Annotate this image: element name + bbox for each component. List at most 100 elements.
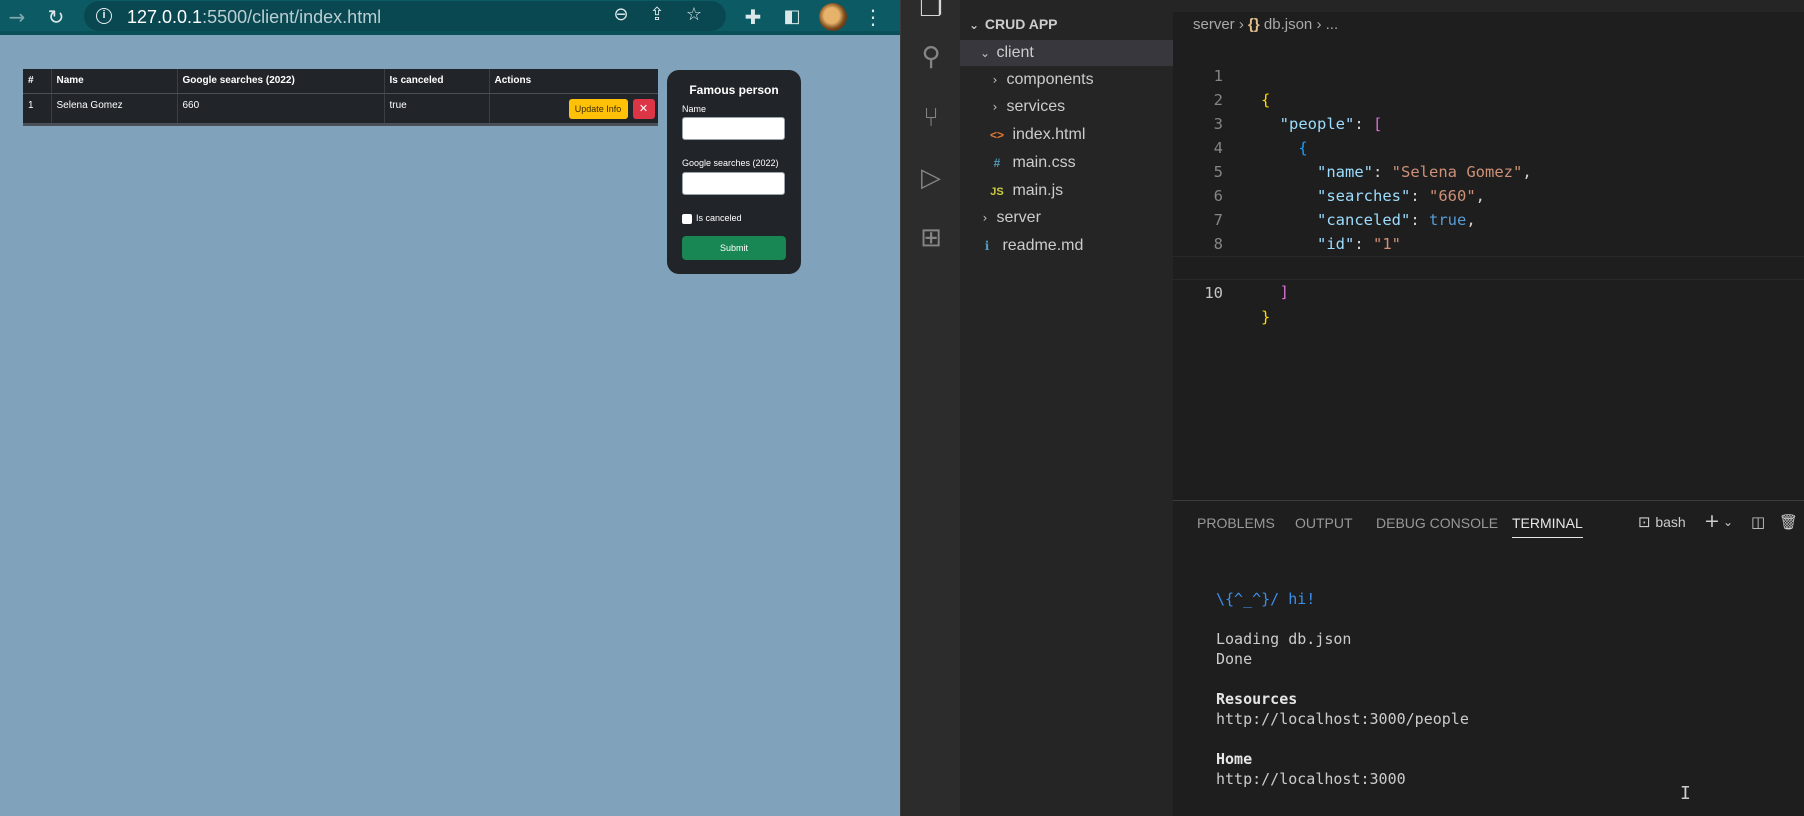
extensions-puzzle-icon[interactable]: ✚	[740, 4, 766, 30]
tree-item-services[interactable]: › services	[960, 94, 1173, 120]
update-info-button[interactable]: Update Info	[568, 98, 628, 119]
tree-item-server[interactable]: › server	[960, 205, 1173, 231]
tree-item-label: main.css	[1012, 154, 1076, 171]
zoom-icon[interactable]: ⊖	[608, 2, 634, 28]
col-header-id: #	[23, 69, 52, 94]
tree-item-label: services	[1006, 98, 1066, 115]
searches-input[interactable]	[682, 172, 785, 195]
split-terminal-icon[interactable]: ◫	[1751, 513, 1765, 531]
terminal-icon: ⊡	[1638, 513, 1651, 531]
activity-bar: ❐ ⚲ ⑂ ▷ ⊞	[900, 0, 960, 816]
terminal-banner: \{^_^}/ hi!	[1216, 590, 1316, 608]
table-row: 1 Selena Gomez 660 true Update Info ✕	[23, 93, 658, 124]
tab-output[interactable]: OUTPUT	[1295, 515, 1353, 531]
tab-problems[interactable]: PROBLEMS	[1197, 515, 1275, 531]
tree-item-label: client	[996, 44, 1034, 61]
text-cursor-icon: I	[1680, 783, 1691, 804]
chevron-down-icon: ⌄	[979, 46, 991, 60]
browser-menu-icon[interactable]: ⋮	[860, 4, 886, 30]
code-line: 3 {	[1173, 88, 1804, 157]
chevron-down-icon[interactable]: ⌄	[1723, 515, 1733, 529]
delete-button[interactable]: ✕	[632, 98, 655, 119]
url-path: :5500/client/index.html	[202, 7, 382, 27]
forward-arrow-icon[interactable]: →	[4, 4, 30, 30]
breadcrumb-folder[interactable]: server	[1193, 16, 1235, 33]
js-file-icon: JS	[990, 186, 1004, 198]
code-line: 7 "id": "1"	[1173, 184, 1804, 253]
json-file-icon: {}	[1248, 16, 1260, 33]
search-icon[interactable]: ⚲	[901, 33, 961, 81]
tab-debug-console[interactable]: DEBUG CONSOLE	[1376, 515, 1498, 531]
tree-item-label: readme.md	[1002, 237, 1084, 254]
terminal-link[interactable]: http://localhost:3000	[1216, 769, 1406, 789]
breadcrumb-file[interactable]: db.json	[1264, 16, 1312, 33]
cell-id: 1	[23, 93, 52, 124]
tree-item-label: server	[996, 209, 1041, 226]
name-input[interactable]	[682, 117, 785, 140]
workspace-name: CRUD APP	[984, 16, 1058, 32]
reload-icon[interactable]: ↻	[43, 4, 69, 30]
col-header-searches: Google searches (2022)	[177, 69, 385, 94]
browser-window: → ↻ i 127.0.0.1:5500/client/index.html ⊖…	[0, 0, 900, 816]
editor-tab-strip	[1173, 0, 1804, 12]
info-file-icon: i	[984, 239, 990, 253]
code-text: ]	[1261, 283, 1289, 301]
tree-item-label: main.js	[1012, 182, 1064, 199]
address-bar[interactable]: i 127.0.0.1:5500/client/index.html ⊖ ⇪ ☆	[84, 1, 726, 31]
canceled-checkbox[interactable]	[682, 214, 692, 224]
tab-terminal[interactable]: TERMINAL	[1512, 515, 1583, 538]
tree-item-main-js[interactable]: JS main.js	[960, 178, 1173, 204]
tree-item-client[interactable]: ⌄ client	[960, 40, 1173, 66]
profile-avatar[interactable]	[819, 3, 847, 31]
tree-item-index-html[interactable]: <> index.html	[960, 122, 1173, 148]
terminal-line: Loading db.json	[1216, 630, 1352, 648]
cell-actions: Update Info ✕	[489, 93, 658, 124]
tree-item-main-css[interactable]: # main.css	[960, 150, 1173, 176]
url-text[interactable]: 127.0.0.1:5500/client/index.html	[127, 7, 381, 28]
new-terminal-plus-icon[interactable]: +	[1704, 510, 1720, 532]
bottom-panel: PROBLEMS OUTPUT DEBUG CONSOLE TERMINAL ⊡…	[1173, 500, 1804, 816]
terminal-shell-selector[interactable]: ⊡ bash	[1638, 513, 1686, 531]
bookmark-star-icon[interactable]: ☆	[681, 2, 707, 28]
breadcrumb-symbol[interactable]: ...	[1326, 16, 1339, 33]
cell-searches: 660	[177, 93, 385, 124]
tree-item-components[interactable]: › components	[960, 67, 1173, 93]
breadcrumb[interactable]: server › {} db.json › ...	[1193, 16, 1338, 33]
famous-person-form: Famous person Name Google searches (2022…	[667, 70, 801, 274]
submit-button[interactable]: Submit	[682, 236, 786, 260]
share-icon[interactable]: ⇪	[644, 2, 670, 28]
tree-item-readme[interactable]: i readme.md	[960, 233, 1173, 259]
chevron-right-icon: ›	[992, 73, 998, 87]
code-line: 2 "people": [	[1173, 64, 1804, 133]
run-debug-icon[interactable]: ▷	[901, 154, 961, 202]
table-header-row: # Name Google searches (2022) Is cancele…	[23, 69, 658, 94]
shell-name: bash	[1655, 514, 1686, 530]
code-line: 8 }	[1173, 208, 1804, 277]
css-file-icon: #	[993, 156, 1001, 170]
name-label: Name	[682, 104, 707, 114]
web-page: # Name Google searches (2022) Is cancele…	[0, 39, 900, 816]
searches-label: Google searches (2022)	[682, 158, 779, 168]
col-header-name: Name	[51, 69, 178, 94]
code-line: 1 {	[1173, 40, 1804, 109]
extensions-icon[interactable]: ⊞	[901, 214, 961, 262]
chevron-right-icon: ›	[982, 211, 988, 225]
code-line: 5 "searches": "660",	[1173, 136, 1804, 205]
col-header-canceled: Is canceled	[384, 69, 490, 94]
code-text: }	[1261, 308, 1271, 326]
code-editor[interactable]: server › {} db.json › ... 1 { 2 "people"…	[1173, 0, 1804, 500]
explorer-files-icon[interactable]: ❐	[901, 0, 961, 32]
side-panel-icon[interactable]: ◧	[779, 4, 805, 30]
explorer-sidebar: ⌄ CRUD APP ⌄ client › components › servi…	[960, 0, 1173, 816]
line-number: 10	[1204, 284, 1223, 302]
terminal-heading: Resources	[1216, 690, 1298, 708]
url-host: 127.0.0.1	[127, 7, 203, 27]
terminal-link[interactable]: http://localhost:3000/people	[1216, 709, 1469, 729]
tree-item-label: components	[1006, 71, 1094, 88]
explorer-folder-header[interactable]: ⌄ CRUD APP	[967, 16, 1058, 32]
trash-icon[interactable]: 🗑	[1779, 513, 1798, 531]
terminal-line: Done	[1216, 650, 1253, 668]
site-info-icon[interactable]: i	[96, 8, 112, 24]
chevron-right-icon: ›	[1316, 16, 1326, 33]
source-control-icon[interactable]: ⑂	[901, 94, 961, 142]
